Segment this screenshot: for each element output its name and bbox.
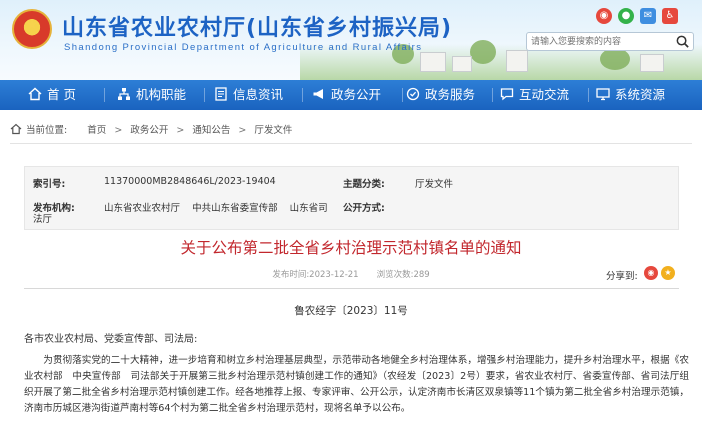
- search-icon[interactable]: [675, 34, 690, 49]
- document-metadata: 索引号: 11370000MB2848646L/2023-19404 主题分类:…: [24, 166, 679, 230]
- search-input[interactable]: [531, 34, 671, 49]
- nav-label: 政务服务: [425, 87, 476, 102]
- breadcrumb-prefix: 当前位置:: [26, 125, 68, 136]
- nav-label: 信息资讯: [233, 87, 284, 102]
- nav-item-gov-affairs[interactable]: 政务公开: [312, 80, 381, 110]
- topic-value: 厅发文件: [415, 179, 454, 190]
- breadcrumb-separator: >: [238, 125, 247, 136]
- megaphone-icon: [313, 89, 323, 99]
- main-nav: 首 页 机构职能 信息资讯 政务公开 政务服务 互动交流 系统资源: [0, 80, 702, 110]
- system-icon: [596, 88, 610, 101]
- share-label: 分享到:: [606, 271, 638, 282]
- banner-tree: [600, 48, 630, 70]
- site-header: ★ 山东省农业农村厅(山东省乡村振兴局) Shandong Provincial…: [0, 0, 702, 80]
- wechat-icon[interactable]: ●: [618, 8, 634, 24]
- nav-divider: [302, 88, 303, 102]
- share-qzone-icon[interactable]: ★: [661, 266, 675, 280]
- issuer-value-cont: 法厅: [33, 214, 53, 225]
- nav-item-services[interactable]: 政务服务: [406, 80, 475, 110]
- service-icon: [406, 87, 420, 101]
- chat-icon: [500, 88, 514, 101]
- share-weibo-icon[interactable]: ◉: [644, 266, 658, 280]
- accessibility-icon[interactable]: ♿: [662, 8, 678, 24]
- nav-label: 首 页: [47, 87, 76, 102]
- breadcrumb-link-gov-affairs[interactable]: 政务公开: [130, 122, 168, 136]
- publish-date: 发布时间:2023-12-21: [272, 270, 359, 280]
- search-box: [526, 32, 694, 51]
- home-icon: [28, 87, 42, 101]
- breadcrumb-separator: >: [114, 125, 123, 136]
- banner-house: [420, 52, 446, 72]
- site-title: 山东省农业农村厅(山东省乡村振兴局): [62, 16, 453, 41]
- open-method-label: 公开方式:: [343, 203, 385, 214]
- index-value: 11370000MB2848646L/2023-19404: [104, 176, 276, 187]
- breadcrumb-link-home[interactable]: 首页: [87, 122, 106, 136]
- nav-item-home[interactable]: 首 页: [28, 80, 76, 110]
- nav-item-system-resources[interactable]: 系统资源: [596, 80, 665, 110]
- breadcrumb-separator: >: [176, 125, 185, 136]
- article-title: 关于公布第二批全省乡村治理示范村镇名单的通知: [180, 239, 522, 257]
- banner-house: [640, 54, 664, 72]
- nav-label: 政务公开: [331, 87, 382, 102]
- topic-label: 主题分类:: [343, 179, 385, 190]
- breadcrumb-divider: [10, 143, 692, 144]
- breadcrumb-link-notices[interactable]: 通知公告: [192, 122, 230, 136]
- nav-divider: [588, 88, 589, 102]
- mail-icon[interactable]: ✉: [640, 8, 656, 24]
- breadcrumb: 当前位置: 首页 > 政务公开 > 通知公告 > 厅发文件: [10, 122, 292, 136]
- banner-house: [452, 56, 472, 72]
- banner-house: [506, 50, 528, 72]
- view-count: 浏览次数:289: [376, 270, 430, 280]
- home-icon: [10, 123, 22, 135]
- nav-item-news[interactable]: 信息资讯: [214, 80, 283, 110]
- article-info: 发布时间:2023-12-21 浏览次数:289: [0, 268, 702, 280]
- nav-divider: [104, 88, 105, 102]
- nav-divider: [204, 88, 205, 102]
- breadcrumb-link-dept-files[interactable]: 厅发文件: [254, 122, 292, 136]
- document-number: 鲁农经字〔2023〕11号: [294, 305, 408, 317]
- nav-label: 机构职能: [136, 87, 187, 102]
- article-divider: [24, 288, 679, 289]
- nav-label: 系统资源: [615, 87, 666, 102]
- nav-item-interaction[interactable]: 互动交流: [500, 80, 569, 110]
- article-body: 为贯彻落实党的二十大精神，进一步培育和树立乡村治理基层典型，示范带动各地健全乡村…: [24, 355, 689, 414]
- nav-divider: [402, 88, 403, 102]
- issuer-value: 山东省农业农村厅 中共山东省委宣传部 山东省司: [104, 203, 328, 214]
- weibo-icon[interactable]: ◉: [596, 8, 612, 24]
- nav-divider: [492, 88, 493, 102]
- national-emblem-logo: ★: [12, 9, 52, 49]
- article-recipients: 各市农业农村局、党委宣传部、司法局:: [24, 334, 198, 345]
- index-label: 索引号:: [33, 179, 66, 190]
- nav-item-org[interactable]: 机构职能: [117, 80, 186, 110]
- nav-label: 互动交流: [519, 87, 570, 102]
- org-icon: [118, 88, 130, 100]
- banner-tree: [470, 40, 496, 64]
- site-subtitle: Shandong Provincial Department of Agricu…: [64, 42, 423, 53]
- document-icon: [215, 87, 227, 101]
